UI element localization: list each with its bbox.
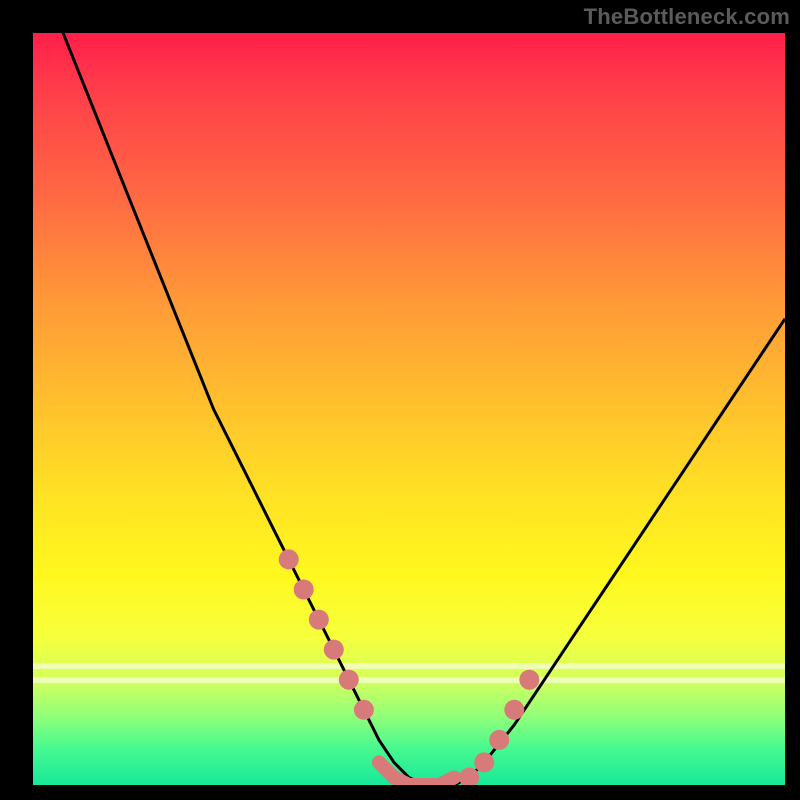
curve-marker [489,730,509,750]
curve-marker [474,752,494,772]
watermark-text: TheBottleneck.com [584,4,790,30]
trough-band [379,762,454,785]
curve-marker [279,549,299,569]
curve-markers [279,549,540,785]
plot-area [33,33,785,785]
bottleneck-curve [63,33,785,785]
curve-marker [504,700,524,720]
curve-marker [309,610,329,630]
curve-marker [294,580,314,600]
curve-marker [339,670,359,690]
chart-frame: TheBottleneck.com [0,0,800,800]
curve-marker [354,700,374,720]
curve-marker [324,640,344,660]
curve-marker [519,670,539,690]
chart-svg [33,33,785,785]
